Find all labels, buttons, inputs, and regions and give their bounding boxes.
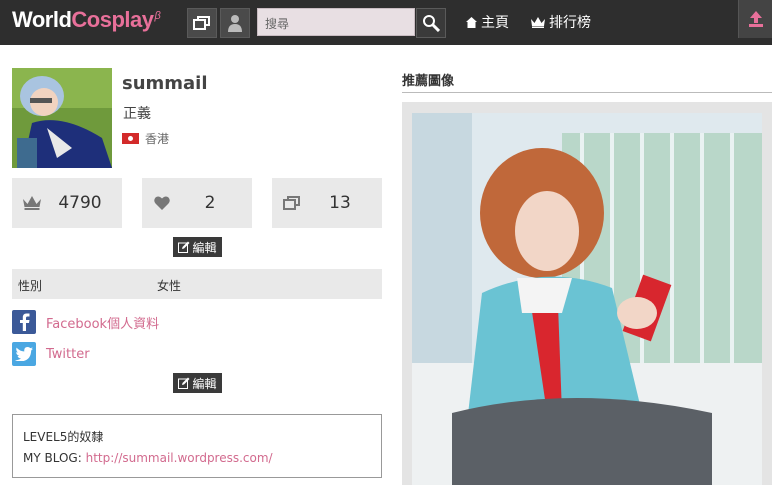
edit-links-button[interactable]: 編輯 <box>173 373 222 393</box>
gallery-icon <box>193 16 210 30</box>
recommended-photo <box>412 113 762 485</box>
bio-box: LEVEL5的奴隸 MY BLOG: http://summail.wordpr… <box>12 414 382 478</box>
facebook-link-label: Facebook個人資料 <box>46 316 160 332</box>
nav-home[interactable]: 主頁 <box>466 12 509 32</box>
avatar-image <box>12 68 112 168</box>
blog-line: MY BLOG: http://summail.wordpress.com/ <box>23 448 371 469</box>
recommended-heading: 推薦圖像 <box>402 74 455 89</box>
gender-value: 女性 <box>157 279 182 293</box>
facebook-icon <box>12 310 36 334</box>
user-icon <box>228 15 242 32</box>
recommended-divider <box>402 92 772 93</box>
heart-icon <box>154 196 170 210</box>
hong-kong-flag-icon <box>122 133 139 144</box>
upload-button[interactable] <box>738 0 772 38</box>
nav-ranking-label: 排行榜 <box>549 15 591 31</box>
profile-username: summail <box>122 73 208 94</box>
facebook-link[interactable]: Facebook個人資料 <box>12 310 159 334</box>
recommended-image[interactable] <box>412 113 762 485</box>
search-button[interactable] <box>416 8 446 38</box>
location-label: 香港 <box>145 132 170 146</box>
logo-beta: β <box>154 9 161 22</box>
stat-likes[interactable]: 2 <box>142 178 252 228</box>
user-button[interactable] <box>220 8 250 38</box>
nav-home-label: 主頁 <box>481 15 509 31</box>
stat-ranking-value: 4790 <box>58 193 102 213</box>
bio-line: LEVEL5的奴隸 <box>23 430 104 444</box>
blog-label: MY BLOG: <box>23 451 82 465</box>
upload-icon <box>748 11 763 27</box>
stat-photos-value: 13 <box>329 193 351 213</box>
profile-location: 香港 <box>122 130 169 147</box>
edit-label: 編輯 <box>192 376 217 391</box>
edit-stats-button[interactable]: 編輯 <box>173 237 222 257</box>
blog-link[interactable]: http://summail.wordpress.com/ <box>86 451 273 465</box>
twitter-link[interactable]: Twitter <box>12 342 90 366</box>
twitter-icon <box>12 342 36 366</box>
top-header: WorldCosplayβ 搜尋 主頁 排行榜 <box>0 0 772 45</box>
profile-title: 正義 <box>123 106 151 122</box>
edit-icon <box>178 377 190 389</box>
nav-ranking[interactable]: 排行榜 <box>531 12 591 32</box>
edit-label: 編輯 <box>192 240 217 255</box>
edit-icon <box>178 241 190 253</box>
avatar[interactable] <box>12 68 112 168</box>
twitter-link-label: Twitter <box>46 346 90 362</box>
crown-icon <box>531 16 545 28</box>
home-icon <box>466 16 477 28</box>
logo-text-world: World <box>12 7 72 32</box>
logo-text-cosplay: Cosplay <box>71 7 154 32</box>
search-icon <box>423 15 440 32</box>
gender-label: 性別 <box>18 279 43 293</box>
stat-likes-value: 2 <box>204 193 216 213</box>
gender-row: 性別 女性 <box>12 269 382 299</box>
site-logo[interactable]: WorldCosplayβ <box>12 7 161 33</box>
gallery-icon <box>283 196 300 210</box>
crown-icon <box>23 196 41 210</box>
search-input[interactable]: 搜尋 <box>257 8 415 36</box>
gallery-button[interactable] <box>187 8 217 38</box>
stat-photos[interactable]: 13 <box>272 178 382 228</box>
stat-ranking[interactable]: 4790 <box>12 178 122 228</box>
